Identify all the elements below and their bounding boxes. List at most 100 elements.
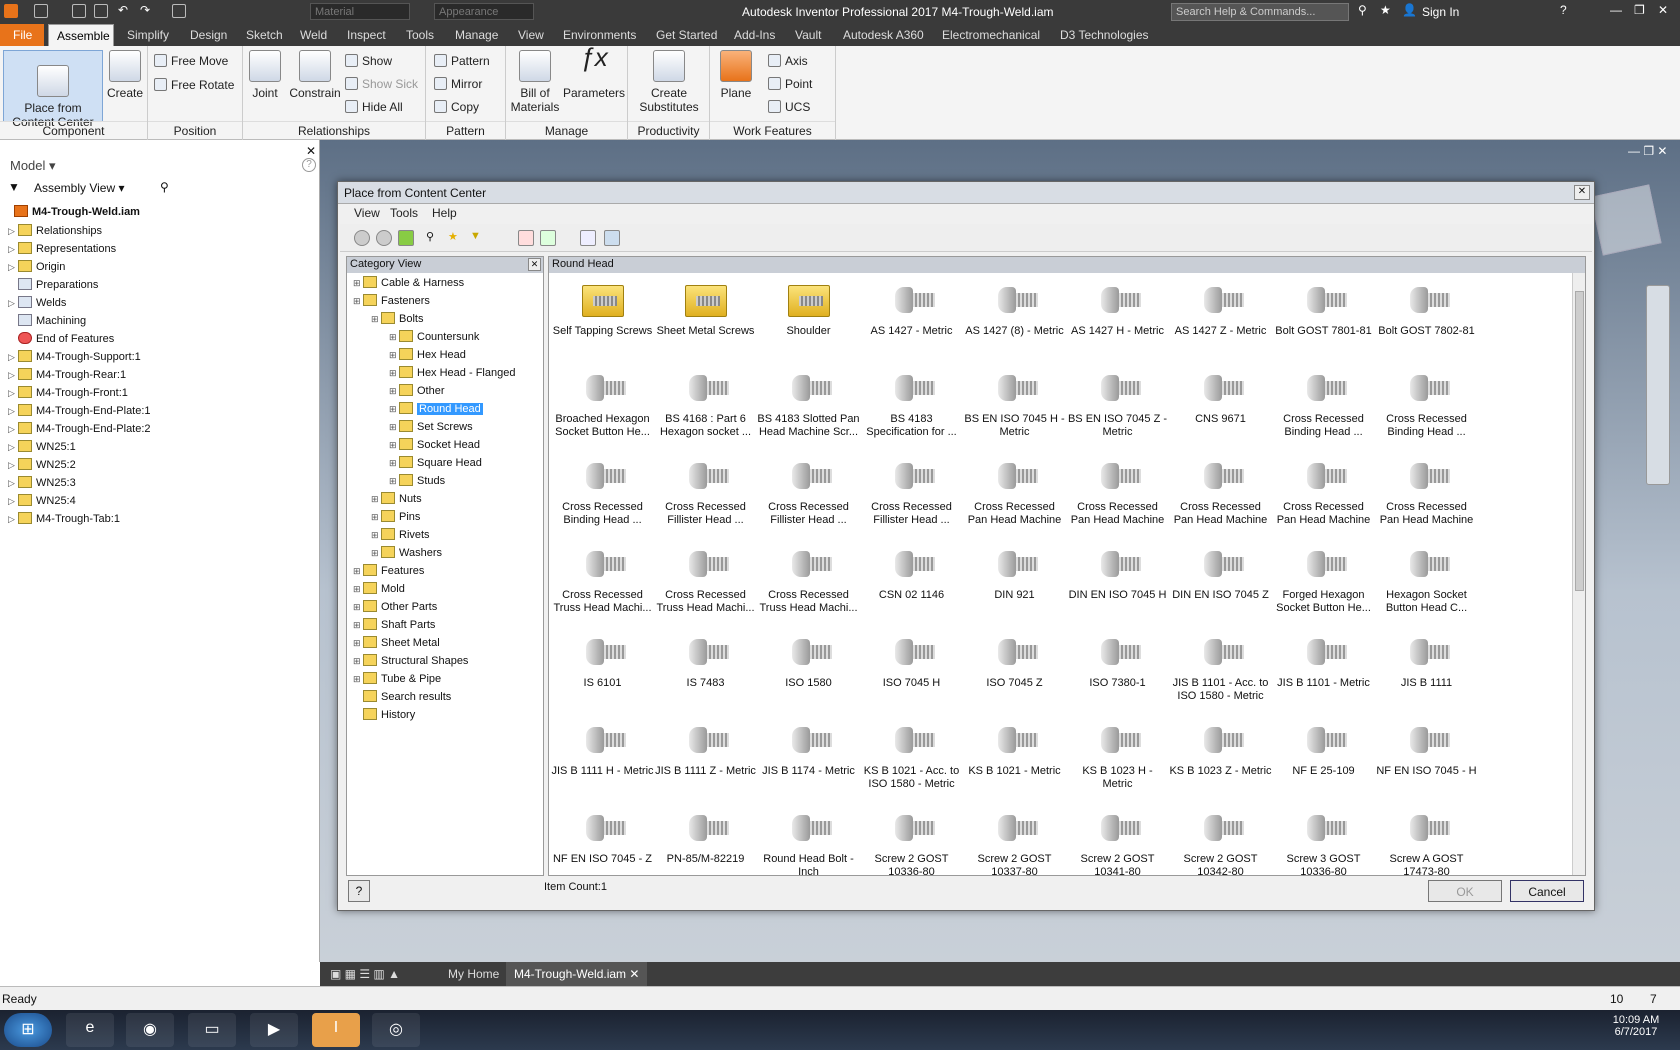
expand-icon[interactable]: ▷ (8, 406, 18, 417)
favorites-icon[interactable]: ★ (448, 230, 464, 246)
expand-icon[interactable]: ▷ (8, 442, 18, 453)
category-item[interactable]: ⊞ Set Screws (389, 420, 473, 436)
family-item[interactable]: JIS B 1174 - Metric (757, 717, 860, 799)
open-icon[interactable] (72, 4, 86, 18)
expand-icon[interactable]: ⊞ (371, 530, 381, 541)
category-item[interactable]: ⊞ Nuts (371, 492, 422, 508)
expand-icon[interactable]: ⊞ (371, 548, 381, 559)
family-item[interactable]: AS 1427 H - Metric (1066, 277, 1169, 359)
scroll-thumb[interactable] (1575, 291, 1584, 591)
inventor-taskbar-icon[interactable]: I (312, 1013, 360, 1047)
bill-of-materials-button[interactable]: Bill of Materials (508, 50, 562, 114)
home-icon[interactable] (172, 4, 186, 18)
restore-icon[interactable]: ❐ (1634, 3, 1645, 17)
family-item[interactable]: Screw A GOST 17473-80 (1375, 805, 1478, 875)
mirror-button[interactable]: Mirror (434, 77, 482, 91)
family-item[interactable]: Screw 2 GOST 10336-80 (860, 805, 963, 875)
back-icon[interactable] (354, 230, 370, 246)
family-item[interactable]: Bolt GOST 7801-81 (1272, 277, 1375, 359)
family-item[interactable]: Cross Recessed Pan Head Machine Scr... (1375, 453, 1478, 535)
browser-item[interactable]: ▷ M4-Trough-Tab:1 (8, 512, 120, 528)
family-item[interactable]: KS B 1021 - Acc. to ISO 1580 - Metric (860, 717, 963, 799)
expand-icon[interactable]: ⊞ (389, 368, 399, 379)
browser-item[interactable]: ▷ Origin (8, 260, 65, 276)
view-mode-icon[interactable] (580, 230, 596, 246)
app-icon[interactable] (4, 4, 18, 18)
family-item[interactable]: Broached Hexagon Socket Button He... (551, 365, 654, 447)
category-item[interactable]: Search results (353, 690, 451, 706)
axis-button[interactable]: Axis (768, 54, 808, 68)
family-item[interactable]: IS 7483 (654, 629, 757, 711)
tab-electromechanical[interactable]: Electromechanical (942, 28, 1040, 42)
assembly-view-select[interactable]: Assembly View ▾ (34, 181, 125, 195)
tab-manage[interactable]: Manage (455, 28, 498, 42)
constrain-button[interactable]: Constrain (285, 50, 345, 100)
expand-icon[interactable]: ⊞ (389, 422, 399, 433)
category-item[interactable]: ⊞ Mold (353, 582, 405, 598)
category-item[interactable]: ⊞ Washers (371, 546, 442, 562)
family-item[interactable]: Bolt GOST 7802-81 (1375, 277, 1478, 359)
family-item[interactable]: KS B 1023 H - Metric (1066, 717, 1169, 799)
expand-icon[interactable]: ▷ (8, 388, 18, 399)
expand-icon[interactable]: ⊞ (389, 404, 399, 415)
expand-icon[interactable]: ▷ (8, 298, 18, 309)
expand-icon[interactable]: ⊞ (353, 296, 363, 307)
family-item[interactable]: JIS B 1111 Z - Metric (654, 717, 757, 799)
family-item[interactable]: Forged Hexagon Socket Button He... (1272, 541, 1375, 623)
expand-icon[interactable]: ▷ (8, 478, 18, 489)
search-input[interactable]: Search Help & Commands... (1171, 3, 1349, 21)
family-item[interactable]: KS B 1021 - Metric (963, 717, 1066, 799)
family-item[interactable]: Cross Recessed Fillister Head ... (654, 453, 757, 535)
binoculars-icon[interactable]: ⚲ (1358, 3, 1367, 17)
expand-icon[interactable]: ⊞ (353, 584, 363, 595)
point-button[interactable]: Point (768, 77, 812, 91)
expand-icon[interactable]: ▷ (8, 352, 18, 363)
category-item[interactable]: ⊞ Cable & Harness (353, 276, 464, 292)
family-item[interactable]: ISO 7380-1 (1066, 629, 1169, 711)
plane-button[interactable]: Plane (716, 50, 756, 100)
category-item[interactable]: ⊞ Square Head (389, 456, 482, 472)
category-item[interactable]: ⊞ Hex Head - Flanged (389, 366, 515, 382)
place-from-content-center-button[interactable]: Place from Content Center (3, 50, 103, 129)
expand-icon[interactable]: ▷ (8, 514, 18, 525)
family-item[interactable]: Screw 2 GOST 10337-80 (963, 805, 1066, 875)
media-player-icon[interactable]: ▶ (250, 1013, 298, 1047)
browser-item[interactable]: ▷ WN25:2 (8, 458, 76, 474)
family-item[interactable]: AS 1427 Z - Metric (1169, 277, 1272, 359)
canvas-window-controls[interactable]: — ❐ ✕ (1628, 144, 1667, 158)
create-substitutes-button[interactable]: Create Substitutes (632, 50, 706, 114)
family-item[interactable]: Cross Recessed Pan Head Machine Scr... (963, 453, 1066, 535)
browser-item[interactable]: ▷ Relationships (8, 224, 102, 240)
tab-vault[interactable]: Vault (795, 28, 821, 42)
expand-icon[interactable]: ⊞ (389, 458, 399, 469)
dialog-menu-tools[interactable]: Tools (390, 206, 418, 220)
expand-icon[interactable]: ⊞ (353, 566, 363, 577)
tab-d3[interactable]: D3 Technologies (1060, 28, 1149, 42)
tab-add-ins[interactable]: Add-Ins (734, 28, 775, 42)
family-item[interactable]: CNS 9671 (1169, 365, 1272, 447)
family-item[interactable]: ISO 7045 H (860, 629, 963, 711)
binoculars-icon[interactable]: ⚲ (160, 180, 169, 194)
family-item[interactable]: DIN 921 (963, 541, 1066, 623)
ok-button[interactable]: OK (1428, 880, 1502, 902)
save-icon[interactable] (94, 4, 108, 18)
family-item[interactable]: JIS B 1101 - Metric (1272, 629, 1375, 711)
vertical-scrollbar[interactable] (1572, 273, 1585, 875)
parameters-button[interactable]: ƒx Parameters (562, 44, 626, 100)
tab-document[interactable]: M4-Trough-Weld.iam ✕ (506, 962, 648, 986)
expand-icon[interactable]: ⊞ (353, 638, 363, 649)
category-item[interactable]: ⊞ Other Parts (353, 600, 437, 616)
show-sick-button[interactable]: Show Sick (345, 77, 418, 91)
category-item[interactable]: ⊞ Hex Head (389, 348, 466, 364)
sign-in-link[interactable]: Sign In (1422, 5, 1459, 19)
category-item[interactable]: ⊞ Rivets (371, 528, 430, 544)
category-item[interactable]: ⊞ Sheet Metal (353, 636, 440, 652)
browser-item[interactable]: ▷ Welds (8, 296, 66, 312)
expand-icon[interactable]: ⊞ (353, 602, 363, 613)
expand-icon[interactable]: ⊞ (353, 278, 363, 289)
family-item[interactable]: KS B 1023 Z - Metric (1169, 717, 1272, 799)
family-item[interactable]: Self Tapping Screws (551, 277, 654, 359)
refresh-icon[interactable] (540, 230, 556, 246)
browser-item[interactable]: ▷ M4-Trough-Support:1 (8, 350, 141, 366)
navigation-bar[interactable] (1646, 285, 1670, 485)
